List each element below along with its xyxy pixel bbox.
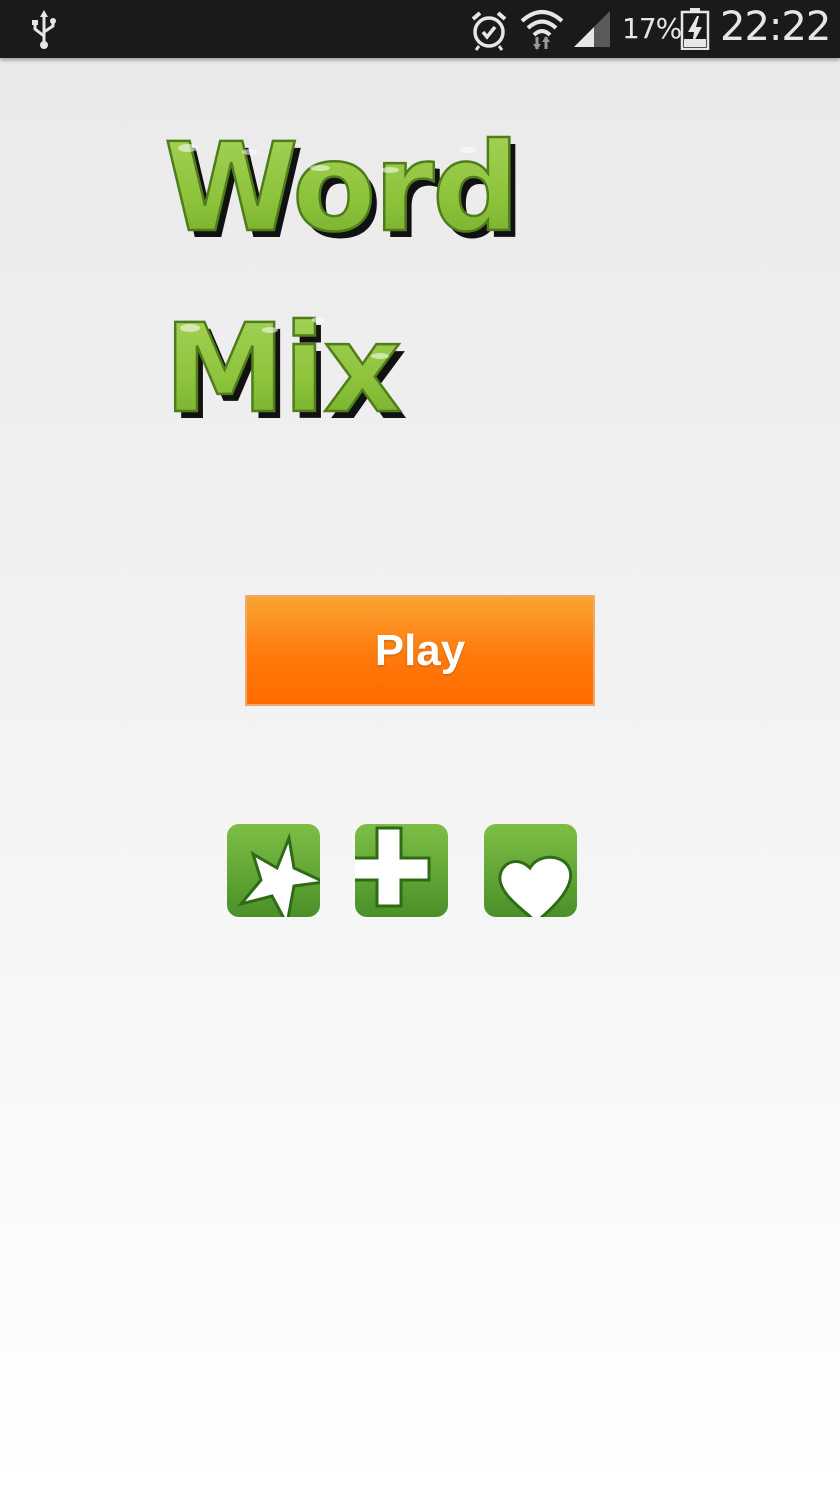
status-bar: 17% 22:22 [0, 0, 840, 58]
title-word: Word [164, 117, 518, 259]
favorite-button[interactable] [484, 824, 577, 917]
star-icon [227, 824, 320, 917]
battery-charging-icon [680, 8, 710, 50]
clock: 22:22 [720, 4, 831, 50]
wifi-icon [520, 10, 564, 50]
title-mix: Mix [164, 298, 400, 440]
signal-icon [574, 11, 610, 47]
heart-icon [484, 824, 577, 917]
rate-button[interactable] [227, 824, 320, 917]
play-button-label: Play [374, 625, 466, 675]
plus-icon [355, 824, 448, 917]
play-button[interactable]: Play [245, 595, 595, 706]
more-button[interactable] [355, 824, 448, 917]
usb-icon [32, 10, 56, 49]
app-logo: Word Word Mix Mix [163, 116, 526, 447]
battery-percentage: 17% [622, 12, 682, 45]
alarm-icon [471, 11, 507, 51]
